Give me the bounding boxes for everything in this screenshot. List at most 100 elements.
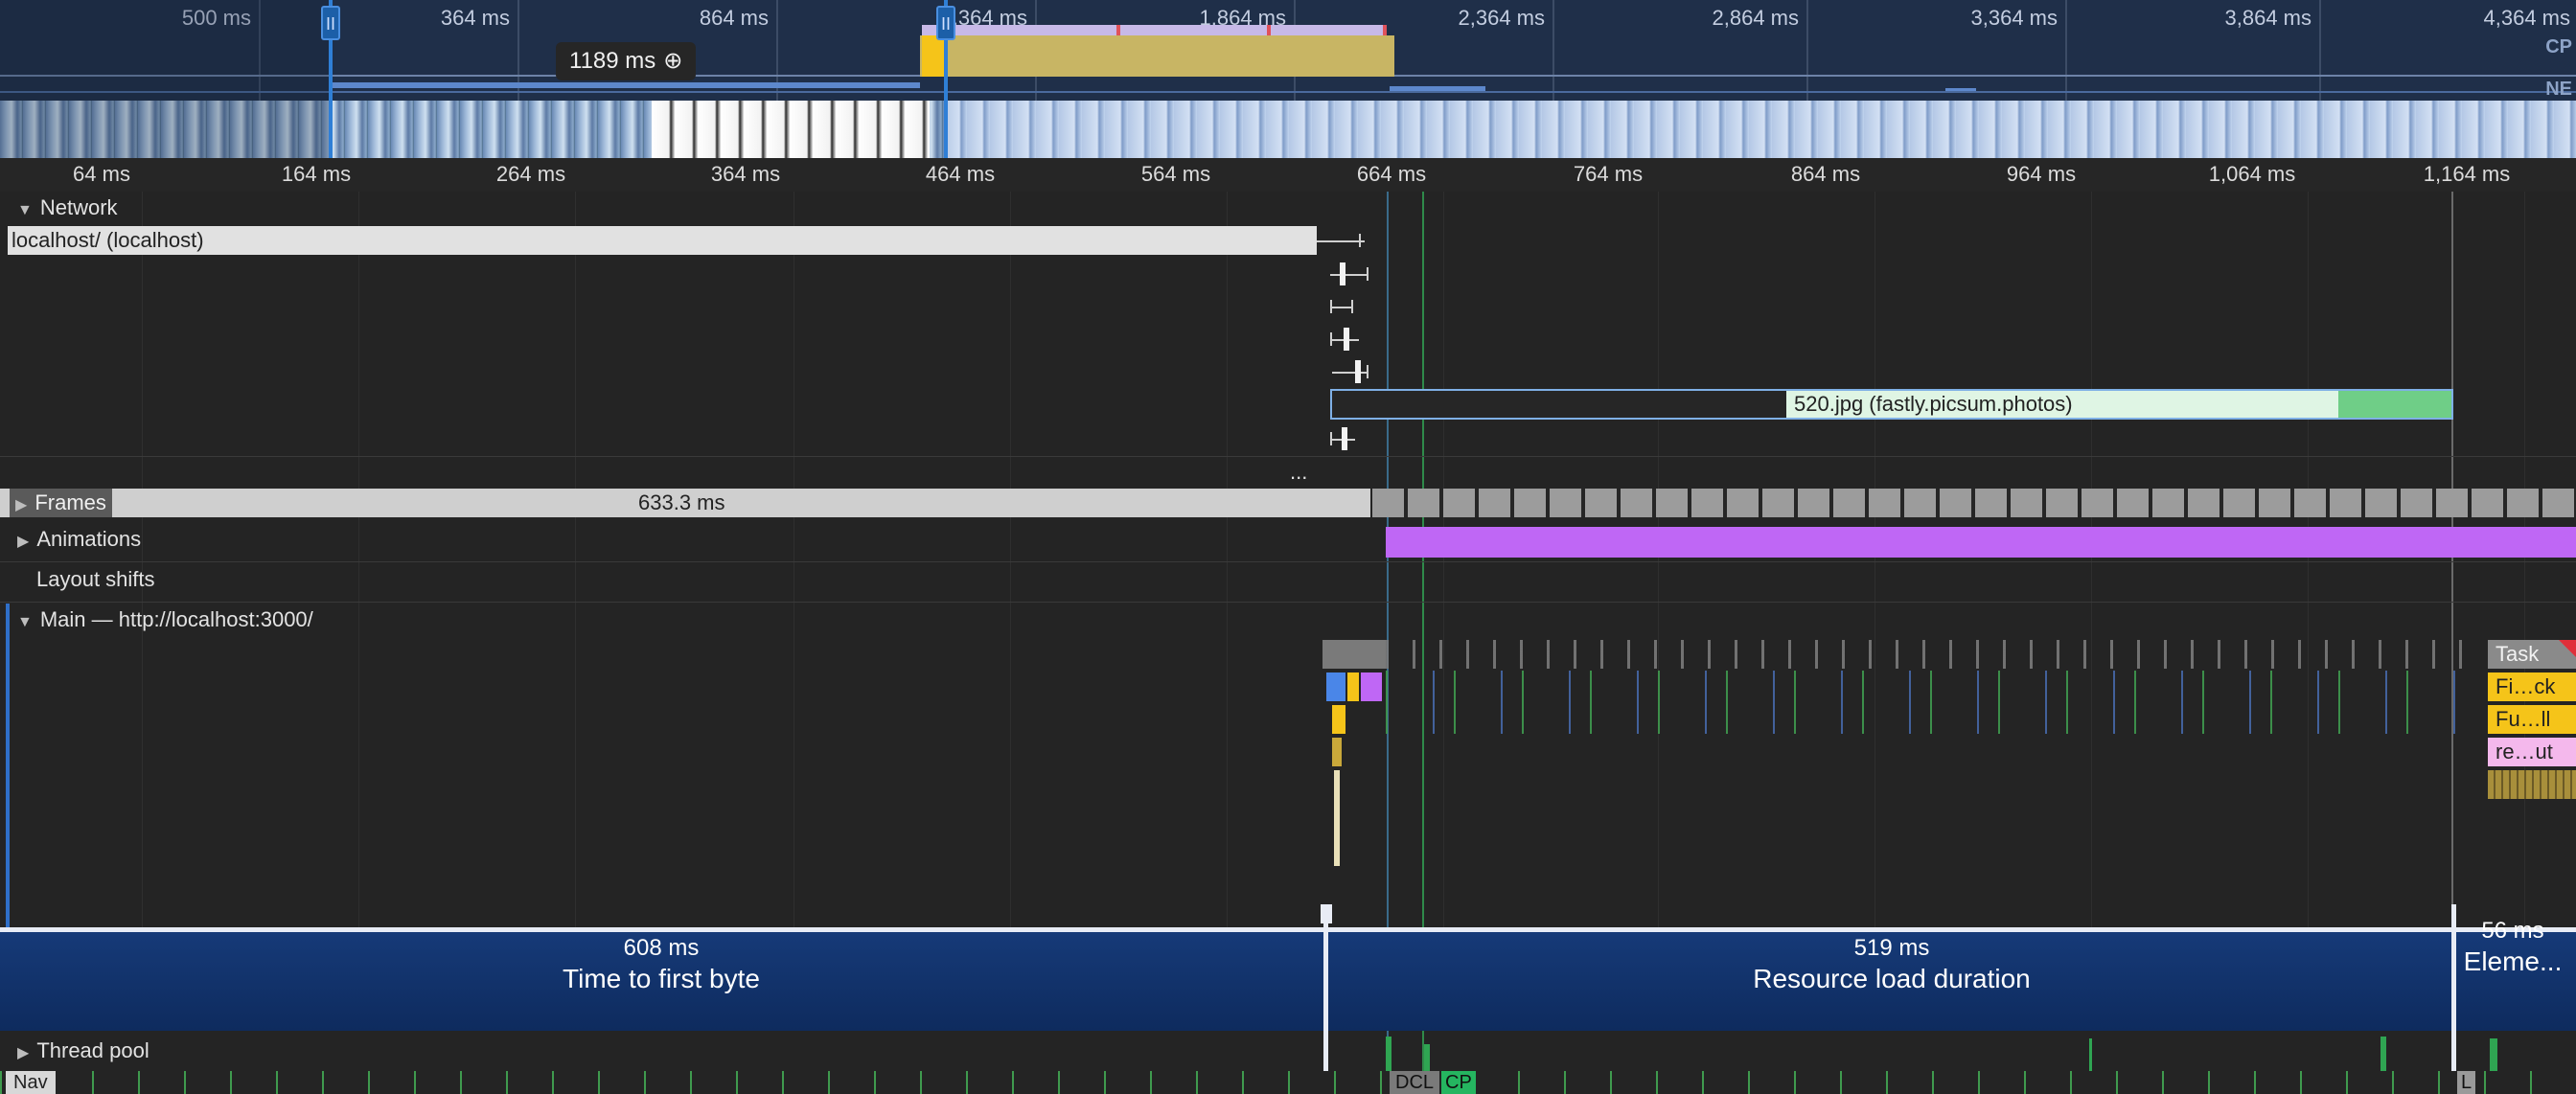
thread-pool-event[interactable] (1424, 1044, 1430, 1071)
cpu-scripting-activity (920, 35, 1394, 77)
thread-pool-event[interactable] (2380, 1037, 2386, 1071)
scripting-event[interactable] (1347, 672, 1359, 701)
frame-duration-label: 633.3 ms (638, 490, 725, 514)
main-track-title: Main — http://localhost:3000/ (39, 607, 313, 631)
parse-html-event[interactable] (1326, 672, 1346, 701)
lcp-marker[interactable]: CP (1441, 1071, 1476, 1094)
thread-pool-event[interactable] (1386, 1037, 1392, 1071)
rendering-event[interactable] (1361, 672, 1382, 701)
ruler-tick: 464 ms (925, 162, 996, 186)
thread-pool-track-title: Thread pool (36, 1038, 150, 1062)
grid-line (1010, 192, 1011, 929)
request-whisker-cap (1359, 234, 1361, 247)
network-request-small[interactable] (1340, 262, 1346, 285)
selection-left-handle[interactable]: II (321, 6, 340, 40)
frames-track-header[interactable]: ▶ Frames (10, 489, 112, 517)
nested-call-events[interactable] (2488, 770, 2576, 799)
overview-tick: 4,364 ms (2483, 6, 2571, 30)
long-task-warning-icon (2559, 640, 2576, 657)
network-request-image-label: 520.jpg (fastly.picsum.photos) (1786, 391, 2338, 418)
compile-event[interactable] (1334, 770, 1340, 866)
request-whisker-cap (1330, 300, 1332, 313)
collapse-triangle-icon: ▼ (17, 202, 33, 218)
thread-pool-event[interactable] (2490, 1038, 2497, 1071)
request-whisker (1332, 307, 1353, 308)
network-chart-baseline (0, 91, 2576, 93)
timings-track (0, 1071, 2576, 1094)
network-expand-handle[interactable]: ... (1290, 460, 1307, 485)
network-request-document[interactable]: localhost/ (localhost) (8, 226, 1317, 255)
zoom-in-icon: ⊕ (663, 48, 683, 74)
navigation-marker[interactable]: Nav (6, 1071, 56, 1094)
main-track-header[interactable]: ▼ Main — http://localhost:3000/ (17, 607, 313, 632)
network-request-image-download (2338, 391, 2451, 418)
network-request-small[interactable] (1342, 427, 1347, 450)
cpu-scripting-peak (922, 35, 945, 77)
overview-tick: 364 ms (440, 6, 510, 30)
grid-line (2308, 192, 2309, 929)
main-thread-flame-column[interactable] (1322, 640, 1386, 927)
ruler-tick: 1,064 ms (2208, 162, 2296, 186)
resource-load-label: Resource load duration (1753, 964, 2031, 993)
thread-pool-event[interactable] (2089, 1038, 2092, 1071)
timeline-overview[interactable]: 500 ms 364 ms 864 ms 1,364 ms 1,864 ms 2… (0, 0, 2576, 158)
ruler-tick: 664 ms (1356, 162, 1427, 186)
selection-duration-zoom-button[interactable]: 1189 ms ⊕ (556, 42, 697, 80)
thread-pool-track-header[interactable]: ▶ Thread pool (17, 1038, 150, 1063)
cpu-track-label: CP (2545, 36, 2572, 57)
ruler-tick: 764 ms (1573, 162, 1644, 186)
expand-triangle-icon: ▶ (15, 497, 28, 513)
network-track-header[interactable]: ▼ Network (17, 195, 118, 220)
time-ruler: 64 ms 164 ms 264 ms 364 ms 464 ms 564 ms… (0, 158, 2576, 193)
animations-track-header[interactable]: ▶ Animations (17, 527, 141, 552)
function-call-event[interactable] (1332, 738, 1342, 766)
selection-duration-label: 1189 ms (569, 48, 656, 74)
overview-tick: 2,864 ms (1712, 6, 1800, 30)
grid-line (2524, 192, 2525, 929)
frame-cells[interactable] (1372, 489, 2576, 517)
layout-shifts-track-title[interactable]: Layout shifts (36, 567, 155, 592)
expand-triangle-icon: ▶ (17, 1045, 30, 1061)
overview-tick: 2,364 ms (1458, 6, 1546, 30)
resource-load-duration: 519 ms (1853, 935, 1930, 961)
overview-tick: 864 ms (699, 6, 769, 30)
recalc-layout-label[interactable]: re…ut (2488, 738, 2576, 766)
main-track-selected-edge (6, 604, 10, 927)
expand-triangle-icon: ▶ (17, 534, 30, 550)
grid-line (1874, 192, 1875, 929)
ruler-tick: 64 ms (73, 162, 130, 186)
overview-tick: 3,864 ms (2224, 6, 2312, 30)
grid-line (1658, 192, 1659, 929)
ruler-tick: 364 ms (710, 162, 781, 186)
request-whisker-cap (1351, 300, 1353, 313)
ruler-tick: 1,164 ms (2423, 162, 2511, 186)
selection-right-handle[interactable]: II (936, 6, 955, 40)
screenshot-filmstrip-blank-frames (652, 101, 930, 158)
network-track-label: NE (2545, 79, 2572, 100)
ruler-tick: 264 ms (495, 162, 566, 186)
ttfb-label: Time to first byte (563, 964, 760, 993)
collapse-triangle-icon: ▼ (17, 614, 33, 630)
fire-event-label[interactable]: Fi…ck (2488, 672, 2576, 701)
network-request-small[interactable] (1344, 328, 1349, 351)
performance-panel: 500 ms 364 ms 864 ms 1,364 ms 1,864 ms 2… (0, 0, 2576, 1094)
screenshot-filmstrip-loaded-frames (944, 101, 2576, 158)
ruler-tick: 164 ms (281, 162, 352, 186)
grid-line (1227, 192, 1228, 929)
request-whisker-cap (1367, 365, 1368, 378)
load-marker[interactable]: L (2457, 1071, 2476, 1094)
animation-event[interactable] (1386, 527, 2576, 558)
network-request-small[interactable] (1355, 360, 1361, 383)
overview-tick: 3,364 ms (1970, 6, 2058, 30)
main-thread-short-events[interactable] (1386, 671, 2469, 734)
task-event[interactable] (1322, 640, 1386, 669)
main-thread-short-tasks[interactable] (1386, 640, 2469, 669)
element-render-label: Eleme... (2463, 946, 2563, 976)
function-call-label[interactable]: Fu…ll (2488, 705, 2576, 734)
ruler-tick: 964 ms (2006, 162, 2077, 186)
grid-line (1443, 192, 1444, 929)
function-call-event[interactable] (1332, 705, 1346, 734)
track-separator (0, 561, 2576, 562)
ruler-tick: 864 ms (1790, 162, 1861, 186)
dcl-marker[interactable]: DCL (1390, 1071, 1440, 1094)
